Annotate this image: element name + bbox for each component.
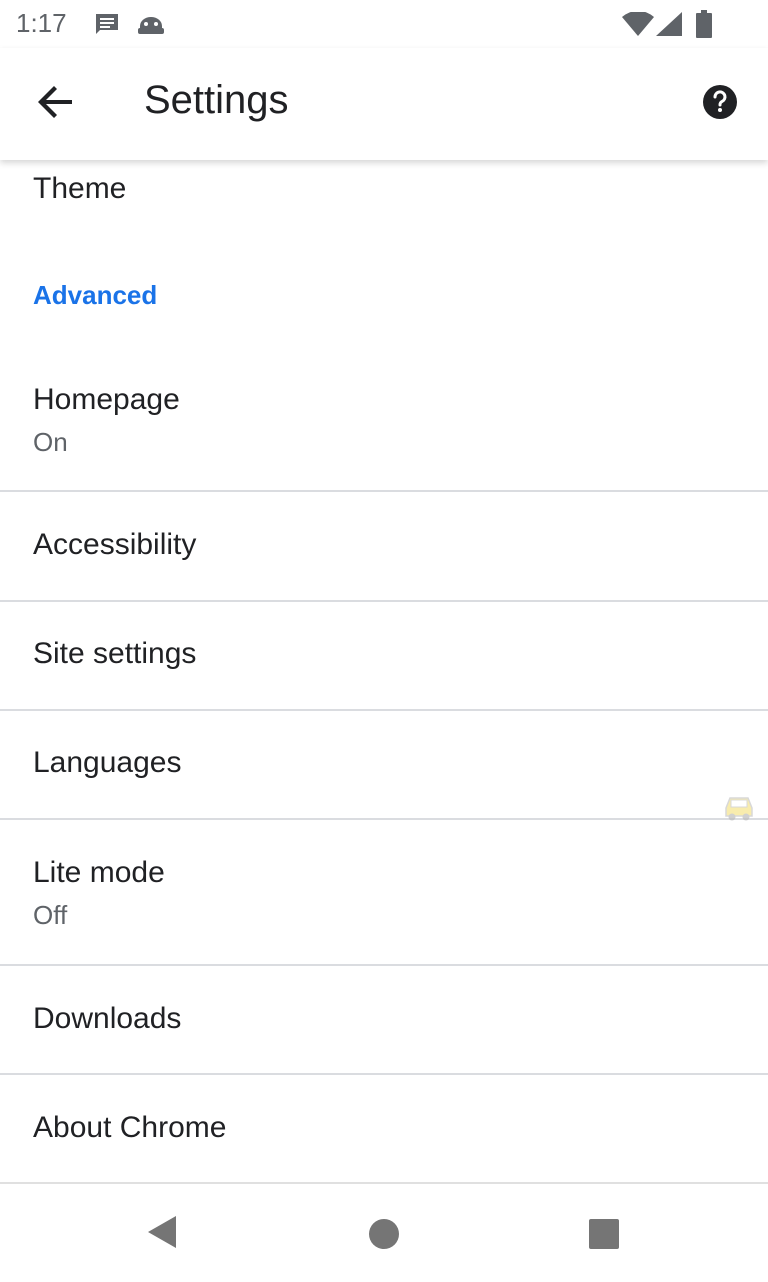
settings-item-about-chrome[interactable]: About Chrome xyxy=(0,1074,768,1182)
row-title-downloads: Downloads xyxy=(33,1002,182,1035)
system-nav-bar xyxy=(0,1182,768,1282)
arrow-back-icon xyxy=(30,86,82,132)
row-sub-homepage: On xyxy=(33,427,68,457)
settings-list: Theme Advanced Homepage On Accessibility… xyxy=(0,160,768,1182)
recents-square-icon[interactable] xyxy=(588,1218,620,1255)
theme-row[interactable]: Theme xyxy=(0,160,768,248)
section-header-advanced: Advanced xyxy=(33,280,158,310)
settings-item-accessibility[interactable]: Accessibility xyxy=(0,492,768,602)
signal-icon xyxy=(656,12,682,41)
message-icon xyxy=(94,12,120,41)
row-title-about-chrome: About Chrome xyxy=(33,1111,227,1144)
settings-item-downloads[interactable]: Downloads xyxy=(0,965,768,1075)
help-button[interactable] xyxy=(700,82,740,122)
app-bar: Settings xyxy=(0,48,768,160)
row-title-accessibility: Accessibility xyxy=(33,528,197,561)
back-triangle-icon[interactable] xyxy=(146,1214,178,1255)
row-title-homepage: Homepage xyxy=(33,383,180,416)
row-title-lite-mode: Lite mode xyxy=(33,856,165,889)
settings-item-languages[interactable]: Languages xyxy=(0,710,768,820)
row-sub-lite-mode: Off xyxy=(33,900,68,930)
settings-item-homepage[interactable]: Homepage On xyxy=(0,346,768,492)
android-debug-icon xyxy=(136,12,166,41)
back-button[interactable] xyxy=(30,76,82,128)
row-title-site-settings: Site settings xyxy=(33,637,197,670)
row-title-languages: Languages xyxy=(33,746,182,779)
floating-car-icon[interactable] xyxy=(720,790,758,822)
help-icon xyxy=(700,85,740,126)
status-time: 1:17 xyxy=(16,8,67,38)
page-title: Settings xyxy=(144,78,289,122)
row-title-theme: Theme xyxy=(33,172,127,205)
status-bar: 1:17 xyxy=(0,0,768,48)
settings-item-site-settings[interactable]: Site settings xyxy=(0,601,768,711)
home-circle-icon[interactable] xyxy=(368,1218,400,1255)
settings-item-lite-mode[interactable]: Lite mode Off xyxy=(0,819,768,966)
battery-icon xyxy=(696,10,712,43)
wifi-icon xyxy=(622,10,654,41)
